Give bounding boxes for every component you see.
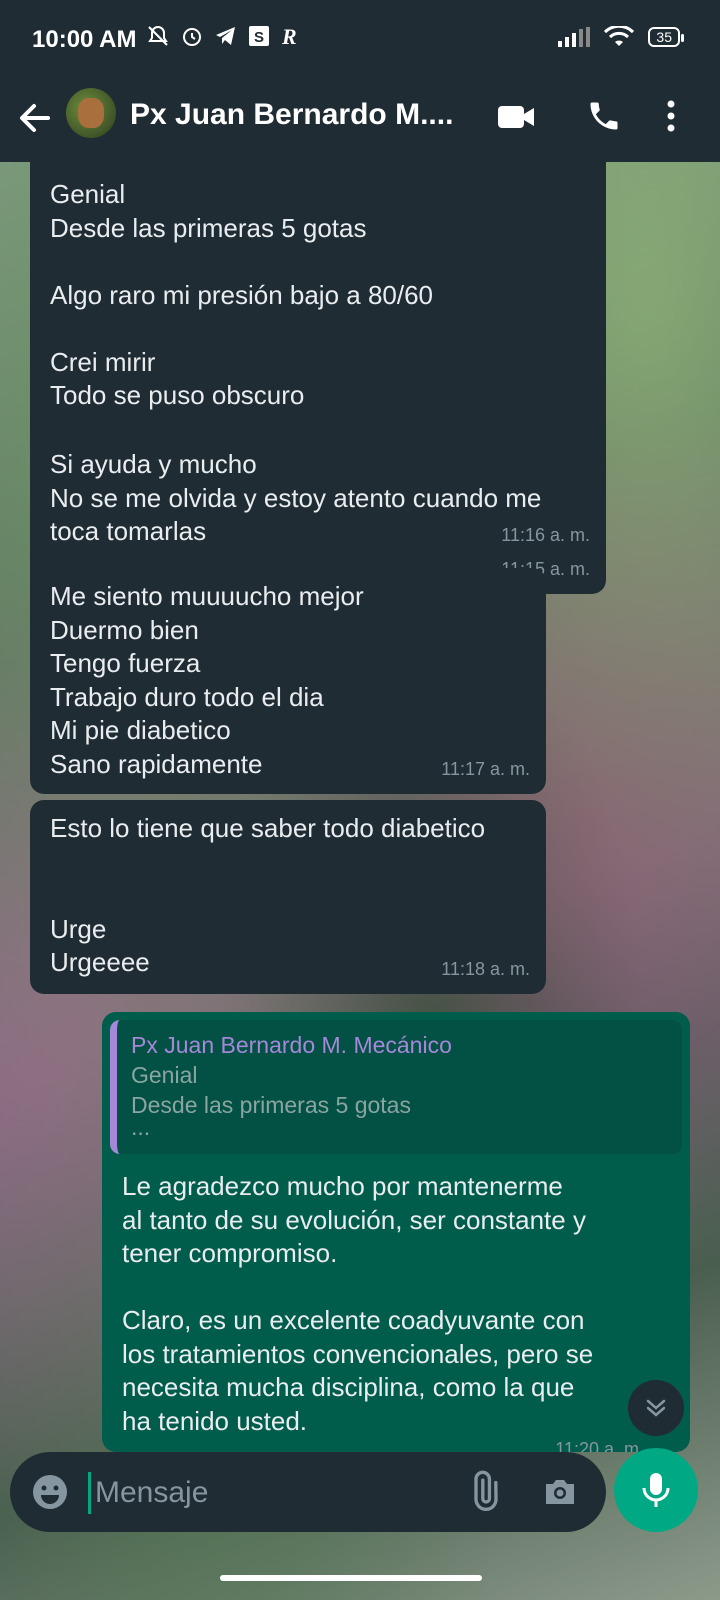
- r-app-icon: R: [281, 24, 297, 48]
- message-text: Le agradezco mucho por mantenerme al tan…: [122, 1171, 594, 1436]
- back-arrow-icon[interactable]: [14, 98, 54, 138]
- signal-icon: [558, 27, 591, 47]
- chat-wallpaper: Genial Desde las primeras 5 gotas Algo r…: [0, 162, 720, 1600]
- wifi-icon: [604, 26, 635, 46]
- scroll-to-bottom-button[interactable]: [628, 1380, 684, 1436]
- status-bar: 10:00 AM S R 35: [0, 0, 720, 82]
- attach-icon[interactable]: [464, 1470, 504, 1514]
- camera-icon[interactable]: [540, 1472, 580, 1512]
- microphone-icon: [642, 1473, 670, 1507]
- svg-text:R: R: [281, 24, 297, 48]
- telegram-icon: [216, 27, 235, 45]
- battery-icon: 35: [648, 27, 684, 47]
- emoji-icon[interactable]: [30, 1472, 70, 1512]
- message-bubble-outgoing[interactable]: Px Juan Bernardo M. Mecánico Genial Desd…: [102, 1012, 690, 1452]
- quoted-message[interactable]: Px Juan Bernardo M. Mecánico Genial Desd…: [110, 1020, 682, 1154]
- message-input[interactable]: [88, 1472, 457, 1514]
- alarm-icon: [183, 28, 201, 46]
- quoted-sender: Px Juan Bernardo M. Mecánico: [131, 1032, 452, 1058]
- notification-icons: S R: [146, 24, 302, 48]
- chat-header: Px Juan Bernardo M....: [0, 82, 720, 162]
- quoted-text: Desde las primeras 5 gotas: [131, 1092, 411, 1118]
- quoted-ellipsis: ...: [131, 1114, 151, 1140]
- message-time: 11:16 a. m.: [501, 524, 590, 545]
- status-time: 10:00 AM: [32, 26, 137, 53]
- navigation-handle[interactable]: [220, 1575, 482, 1581]
- voice-message-button[interactable]: [614, 1448, 698, 1532]
- video-call-icon[interactable]: [496, 102, 536, 132]
- message-text: Me siento muuuucho mejor Duermo bien Ten…: [50, 581, 364, 779]
- phone-icon[interactable]: [586, 98, 622, 134]
- system-icons: 35: [558, 26, 684, 48]
- bell-off-icon: [148, 25, 168, 46]
- message-bubble-incoming[interactable]: Si ayuda y mucho No se me olvida y estoy…: [30, 436, 606, 560]
- more-options-icon[interactable]: [666, 96, 676, 136]
- message-time: 11:20 a. m.: [555, 1438, 644, 1453]
- message-text: Genial Desde las primeras 5 gotas Algo r…: [50, 179, 434, 410]
- message-composer: [10, 1452, 606, 1532]
- s-app-icon: S: [249, 26, 269, 46]
- contact-name[interactable]: Px Juan Bernardo M....: [130, 98, 470, 132]
- svg-text:S: S: [254, 29, 264, 46]
- double-chevron-down-icon: [646, 1399, 666, 1417]
- message-bubble-incoming[interactable]: Esto lo tiene que saber todo diabetico U…: [30, 800, 546, 994]
- avatar[interactable]: [66, 88, 116, 138]
- message-time: 11:18 a. m.: [441, 958, 530, 979]
- message-bubble-incoming[interactable]: Me siento muuuucho mejor Duermo bien Ten…: [30, 568, 546, 794]
- message-time: 11:17 a. m.: [441, 758, 530, 779]
- quoted-text: Genial: [131, 1062, 198, 1088]
